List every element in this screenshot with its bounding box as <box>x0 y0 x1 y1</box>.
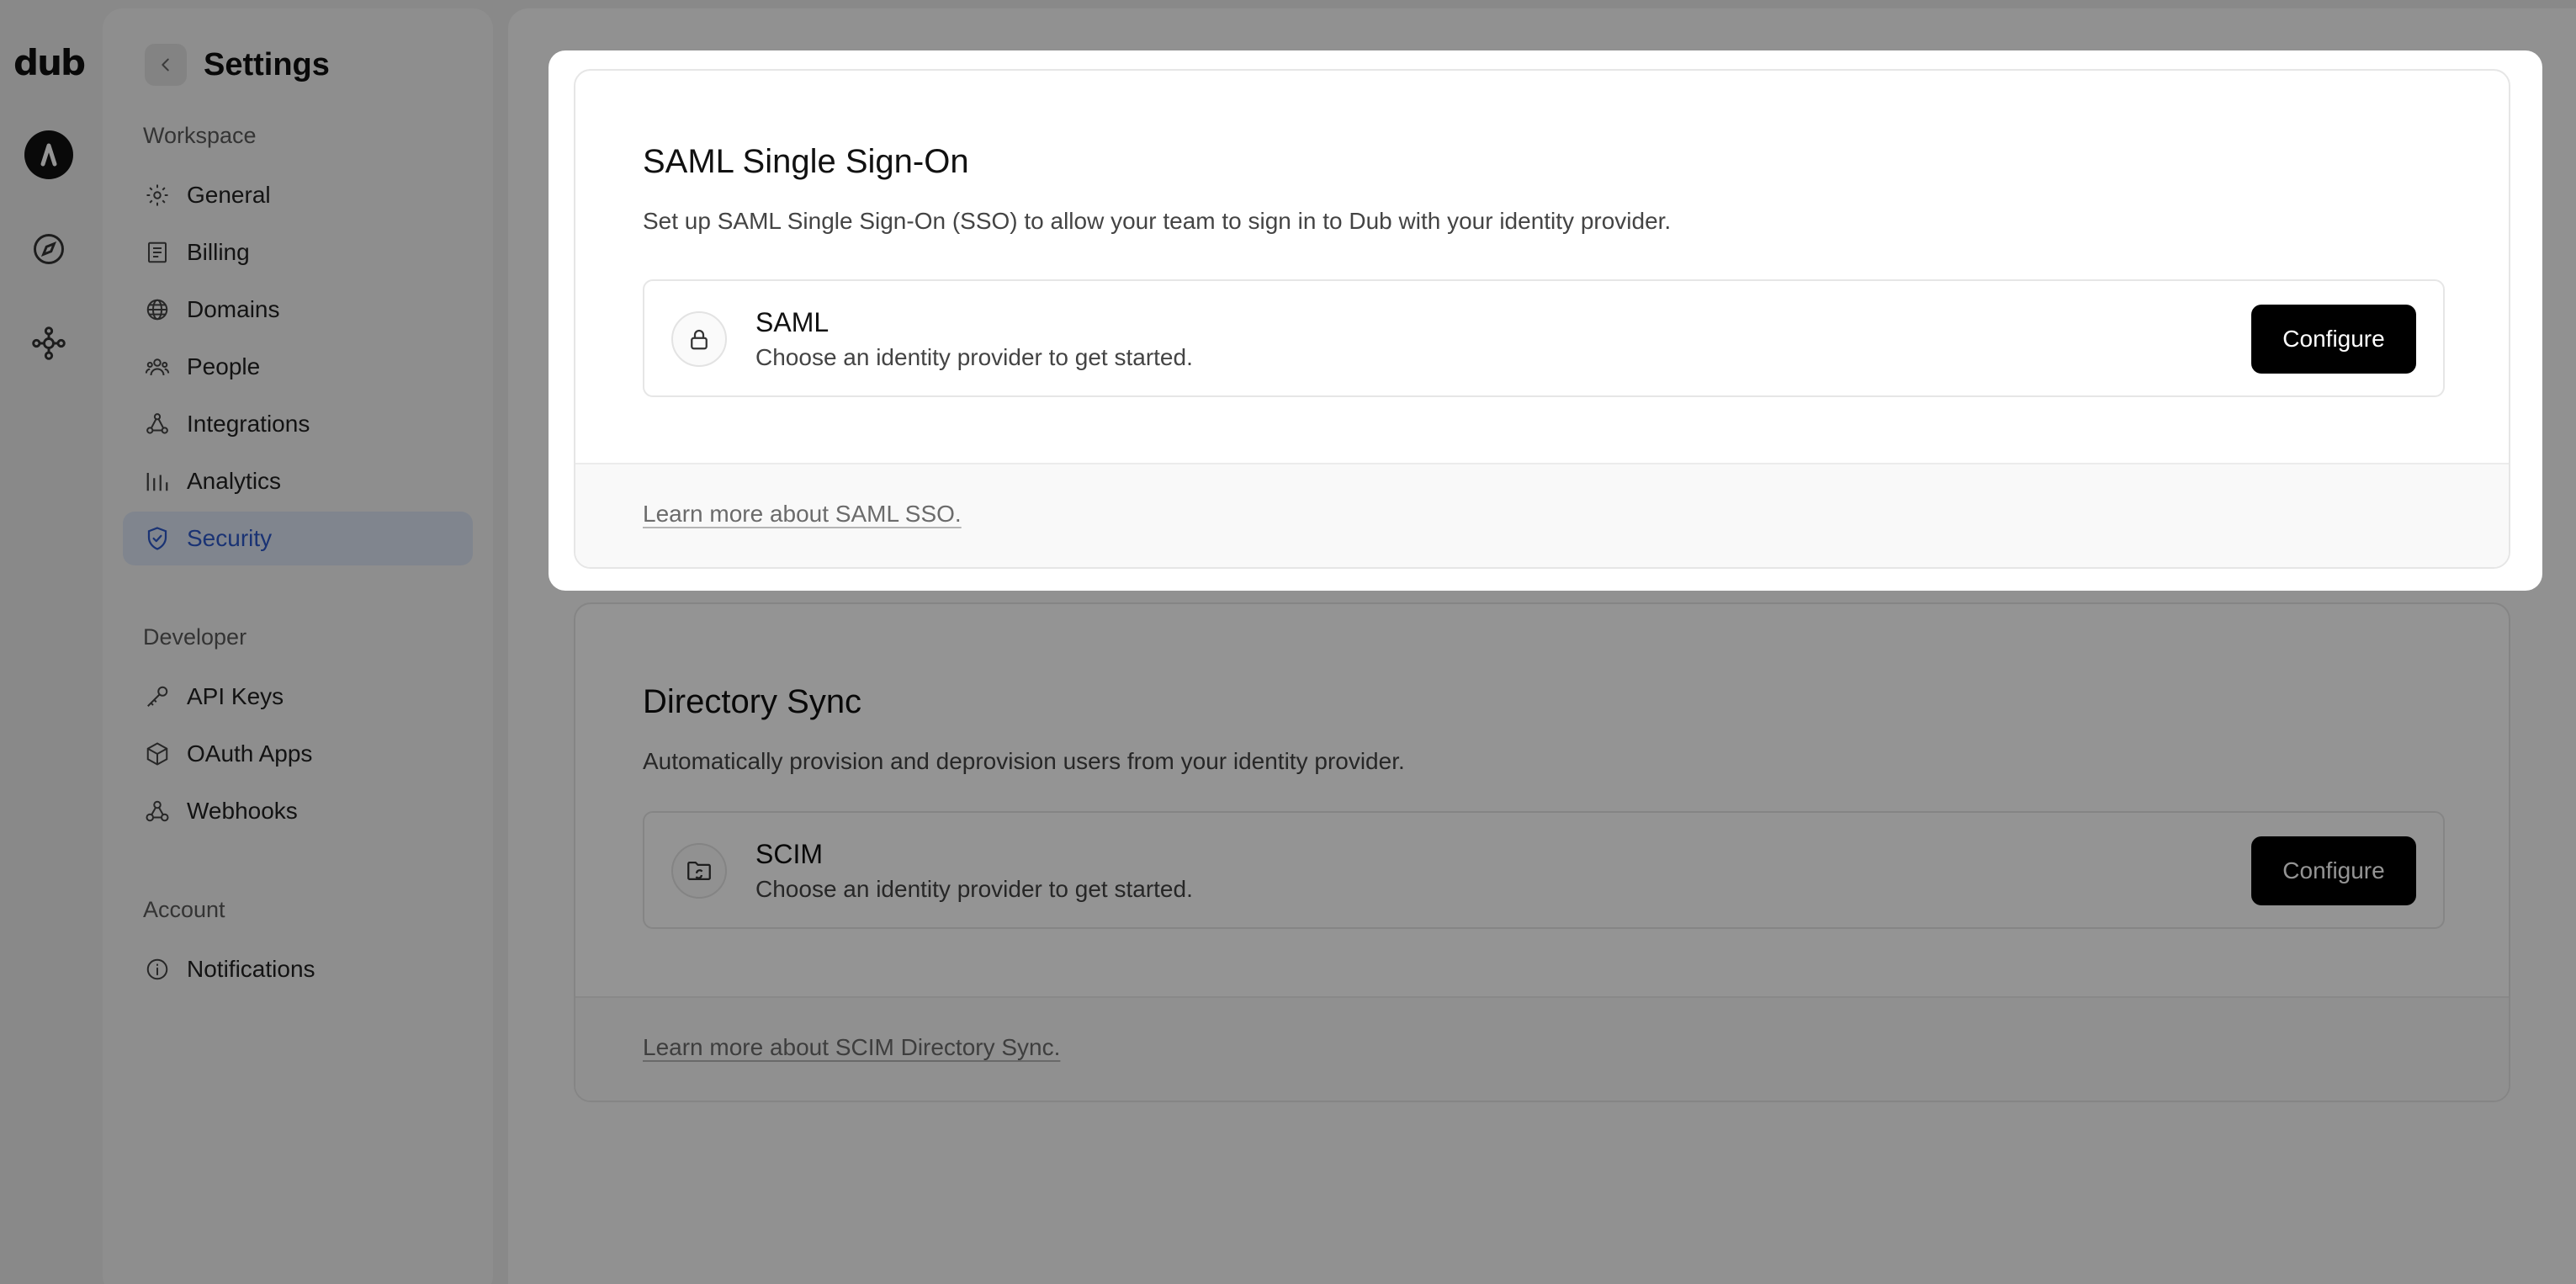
saml-learn-more-link[interactable]: Learn more about SAML SSO. <box>643 500 962 528</box>
saml-description: Set up SAML Single Sign-On (SSO) to allo… <box>643 208 1672 234</box>
saml-title: SAML Single Sign-On <box>643 143 969 180</box>
lock-icon <box>671 311 727 367</box>
saml-provider-subtitle: Choose an identity provider to get start… <box>755 344 1193 370</box>
saml-configure-button[interactable]: Configure <box>2251 305 2416 374</box>
saml-provider-row: SAML Choose an identity provider to get … <box>643 279 2445 397</box>
saml-provider-title: SAML <box>755 307 830 337</box>
saml-card: SAML Single Sign-On Set up SAML Single S… <box>574 69 2510 569</box>
saml-modal: SAML Single Sign-On Set up SAML Single S… <box>549 50 2542 591</box>
saml-footer: Learn more about SAML SSO. <box>575 463 2509 567</box>
